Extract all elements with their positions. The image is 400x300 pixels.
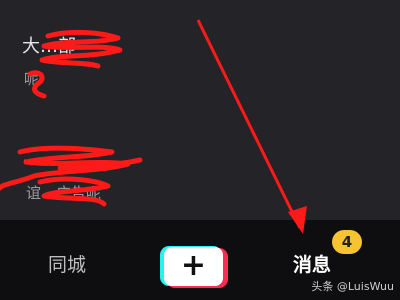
- watermark: 头条 @LuisWuu: [311, 280, 394, 293]
- notification-badge: 4: [332, 230, 362, 254]
- tab-messages[interactable]: 消息: [293, 250, 331, 277]
- list-item-preview: 呢: [24, 70, 40, 88]
- screen: 大…部 呢 … 谊…广告呢 同城 + 消息 4 头条 @LuisWuu: [0, 0, 400, 300]
- plus-icon: +: [164, 247, 223, 286]
- list-item-preview: 谊…广告呢: [26, 184, 102, 202]
- create-button[interactable]: +: [160, 246, 228, 288]
- message-list: 大…部 呢 … 谊…广告呢: [0, 0, 400, 220]
- tab-city[interactable]: 同城: [48, 250, 86, 277]
- list-item-title[interactable]: …: [22, 146, 40, 167]
- list-item-title[interactable]: 大…部: [22, 32, 76, 58]
